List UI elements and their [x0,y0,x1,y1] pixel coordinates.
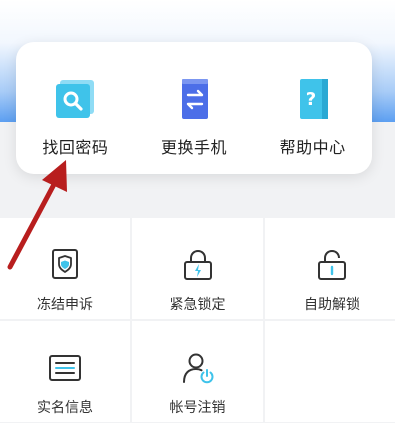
shield-appeal-icon [52,249,78,279]
self-unlock-button[interactable]: 自助解锁 [265,218,395,319]
help-center-label: 帮助中心 [279,138,346,157]
unlock-icon [318,249,346,280]
real-name-info-label: 实名信息 [37,400,93,416]
svg-text:?: ? [305,89,315,110]
lock-lightning-icon [183,249,212,280]
phone-swap-icon [181,79,208,119]
real-name-info-button[interactable]: 实名信息 [0,321,130,422]
freeze-appeal-button[interactable]: 冻结申诉 [0,218,130,319]
help-book-icon: ? [299,79,328,119]
retrieve-password-button[interactable]: 找回密码 [25,78,125,158]
account-cancel-button[interactable]: 帐号注销 [132,321,263,422]
help-center-button[interactable]: ? 帮助中心 [263,78,363,158]
user-power-icon [182,353,213,384]
change-phone-label: 更换手机 [160,138,227,157]
self-unlock-label: 自助解锁 [304,297,360,313]
id-card-icon [49,355,81,381]
empty-grid-cell [265,321,395,422]
retrieve-password-label: 找回密码 [42,138,109,157]
account-cancel-label: 帐号注销 [169,400,226,416]
emergency-lock-button[interactable]: 紧急锁定 [132,218,263,319]
change-phone-button[interactable]: 更换手机 [144,78,244,158]
freeze-appeal-label: 冻结申诉 [37,297,93,313]
emergency-lock-label: 紧急锁定 [169,297,226,313]
service-grid: 冻结申诉 紧急锁定 自助解锁 实名信息 帐号注销 [0,218,395,423]
magnifier-card-icon [56,80,95,118]
quick-actions-card: 找回密码 更换手机 ? 帮助中心 [16,42,372,174]
